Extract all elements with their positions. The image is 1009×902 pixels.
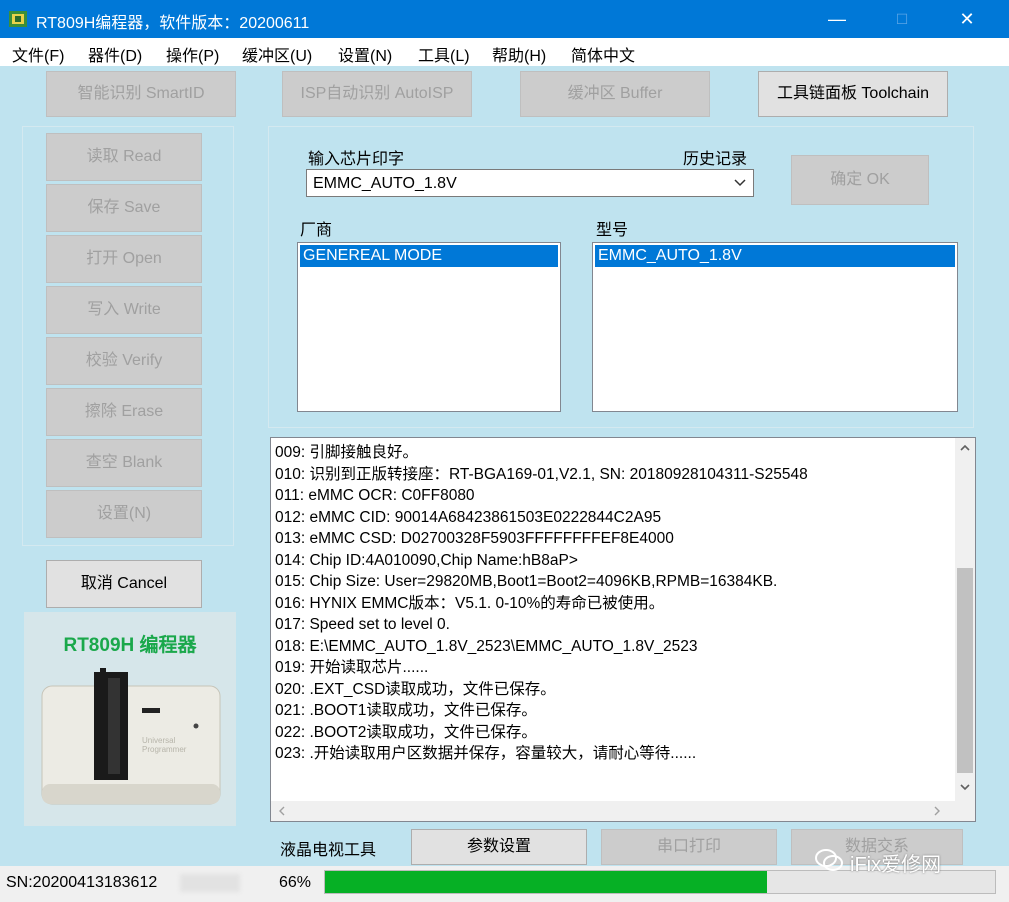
log-line: 021: .BOOT1读取成功，文件已保存。 bbox=[275, 702, 537, 719]
log-line: 022: .BOOT2读取成功，文件已保存。 bbox=[275, 723, 537, 741]
progress-fill bbox=[325, 871, 768, 893]
confirm-ok-button[interactable]: 确定 OK bbox=[791, 155, 929, 205]
log-line: 019: 开始读取芯片...... bbox=[275, 659, 429, 676]
menu-file[interactable]: 文件(F) bbox=[12, 42, 64, 66]
menu-tools[interactable]: 工具(L) bbox=[418, 42, 470, 66]
write-button[interactable]: 写入 Write bbox=[46, 286, 202, 334]
log-vertical-scrollbar[interactable] bbox=[955, 438, 975, 803]
log-line: 012: eMMC CID: 90014A68423861503E0222844… bbox=[275, 508, 662, 526]
scroll-up-icon[interactable] bbox=[960, 444, 970, 451]
app-icon bbox=[9, 11, 27, 27]
vendor-label: 厂商 bbox=[300, 222, 333, 239]
blank-button[interactable]: 查空 Blank bbox=[46, 439, 202, 487]
window-title: RT809H编程器，软件版本：20200611 bbox=[36, 15, 310, 32]
log-line: 015: Chip Size: User=29820MB,Boot1=Boot2… bbox=[275, 573, 778, 590]
model-listbox[interactable]: EMMC_AUTO_1.8V bbox=[592, 242, 958, 412]
settings-button[interactable]: 设置(N) bbox=[46, 490, 202, 538]
blurred-region bbox=[180, 874, 240, 892]
progress-percent: 66% bbox=[279, 874, 312, 891]
log-scroll-thumb[interactable] bbox=[957, 568, 973, 773]
menu-language[interactable]: 简体中文 bbox=[571, 42, 635, 66]
cancel-button[interactable]: 取消 Cancel bbox=[46, 560, 202, 608]
log-line: 017: Speed set to level 0. bbox=[275, 616, 450, 633]
log-line: 010: 识别到正版转接座：RT-BGA169-01,V2.1, SN: 201… bbox=[275, 465, 808, 483]
vendor-listbox[interactable]: GENEREAL MODE bbox=[297, 242, 561, 412]
open-button[interactable]: 打开 Open bbox=[46, 235, 202, 283]
chip-input-label: 输入芯片印字 bbox=[308, 151, 405, 168]
log-line: 018: E:\EMMC_AUTO_1.8V_2523\EMMC_AUTO_1.… bbox=[275, 637, 698, 655]
product-caption: RT809H 编程器 bbox=[63, 635, 197, 656]
scroll-left-icon[interactable] bbox=[278, 806, 285, 816]
log-line: 013: eMMC CSD: D02700328F5903FFFFFFFFEF8… bbox=[275, 530, 674, 547]
close-button[interactable]: ✕ bbox=[942, 0, 992, 38]
log-horizontal-scrollbar[interactable] bbox=[271, 801, 956, 821]
parameter-settings-button[interactable]: 参数设置 bbox=[411, 829, 587, 865]
menu-help[interactable]: 帮助(H) bbox=[492, 42, 546, 66]
lcd-tools-label: 液晶电视工具 bbox=[280, 842, 377, 859]
chip-name-combobox[interactable]: EMMC_AUTO_1.8V bbox=[306, 169, 754, 197]
serial-number: SN:20200413183612 bbox=[6, 874, 158, 891]
autoisp-button[interactable]: ISP自动识别 AutoISP bbox=[282, 71, 472, 117]
save-button[interactable]: 保存 Save bbox=[46, 184, 202, 232]
history-label: 历史记录 bbox=[683, 151, 748, 168]
log-line: 023: .开始读取用户区数据并保存，容量较大，请耐心等待...... bbox=[275, 745, 697, 762]
model-label: 型号 bbox=[596, 222, 629, 239]
menu-buffer[interactable]: 缓冲区(U) bbox=[242, 42, 312, 66]
log-output[interactable]: 009: 引脚接触良好。 010: 识别到正版转接座：RT-BGA169-01,… bbox=[270, 437, 976, 822]
model-list-item-selected[interactable]: EMMC_AUTO_1.8V bbox=[595, 245, 955, 267]
buffer-button[interactable]: 缓冲区 Buffer bbox=[520, 71, 710, 117]
log-line: 009: 引脚接触良好。 bbox=[275, 444, 418, 461]
menu-bar: 文件(F) 器件(D) 操作(P) 缓冲区(U) 设置(N) 工具(L) 帮助(… bbox=[0, 38, 1009, 66]
menu-device[interactable]: 器件(D) bbox=[88, 42, 142, 66]
scroll-right-icon[interactable] bbox=[934, 806, 941, 816]
menu-operation[interactable]: 操作(P) bbox=[166, 42, 219, 66]
log-line: 020: .EXT_CSD读取成功，文件已保存。 bbox=[275, 680, 556, 698]
log-lines: 009: 引脚接触良好。 010: 识别到正版转接座：RT-BGA169-01,… bbox=[275, 442, 940, 765]
chip-name-value: EMMC_AUTO_1.8V bbox=[313, 175, 457, 192]
log-line: 011: eMMC OCR: C0FF8080 bbox=[275, 487, 475, 504]
serial-print-button[interactable]: 串口打印 bbox=[601, 829, 777, 865]
maximize-button[interactable]: ☐ bbox=[877, 0, 927, 38]
device-label: Universal Programmer bbox=[142, 736, 187, 754]
watermark: iFix爱修网 bbox=[814, 846, 994, 876]
menu-settings[interactable]: 设置(N) bbox=[338, 42, 392, 66]
toolchain-button[interactable]: 工具链面板 Toolchain bbox=[758, 71, 948, 117]
smartid-button[interactable]: 智能识别 SmartID bbox=[46, 71, 236, 117]
product-image: RT809H 编程器 Universal Programmer bbox=[24, 612, 236, 826]
verify-button[interactable]: 校验 Verify bbox=[46, 337, 202, 385]
read-button[interactable]: 读取 Read bbox=[46, 133, 202, 181]
log-line: 016: HYNIX EMMC版本：V5.1. 0-10%的寿命已被使用。 bbox=[275, 594, 665, 612]
chevron-down-icon bbox=[734, 179, 746, 187]
minimize-button[interactable]: — bbox=[812, 0, 862, 38]
log-line: 014: Chip ID:4A010090,Chip Name:hB8aP> bbox=[275, 551, 578, 569]
title-bar: RT809H编程器，软件版本：20200611 — ☐ ✕ bbox=[0, 0, 1009, 38]
vendor-list-item-selected[interactable]: GENEREAL MODE bbox=[300, 245, 558, 267]
scroll-down-icon[interactable] bbox=[960, 784, 970, 791]
erase-button[interactable]: 擦除 Erase bbox=[46, 388, 202, 436]
watermark-text: iFix爱修网 bbox=[850, 854, 942, 876]
scroll-corner bbox=[955, 801, 975, 821]
wechat-icon bbox=[815, 849, 843, 871]
